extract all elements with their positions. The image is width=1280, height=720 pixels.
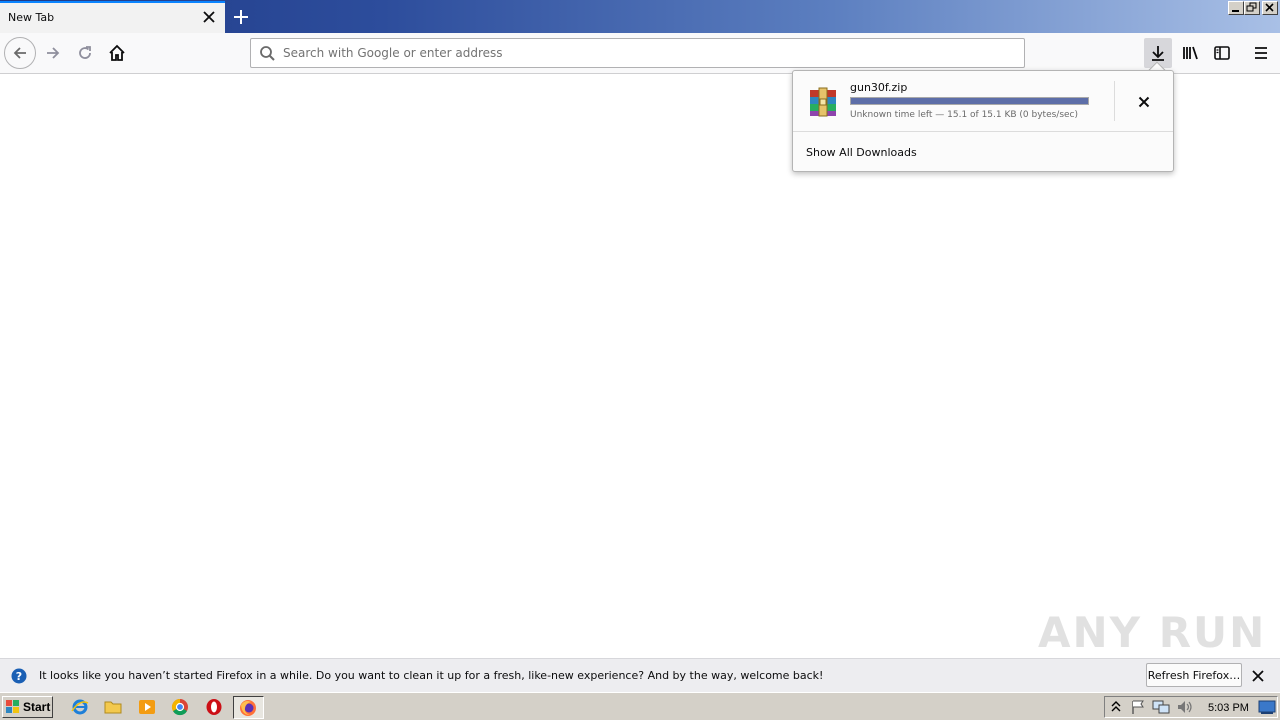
download-filename: gun30f.zip xyxy=(850,81,908,94)
tab-new-tab[interactable]: New Tab xyxy=(0,1,225,33)
refresh-firefox-button[interactable]: Refresh Firefox… xyxy=(1146,663,1242,687)
back-arrow-icon xyxy=(13,47,26,59)
menu-button[interactable] xyxy=(1246,38,1276,68)
minimize-button[interactable] xyxy=(1228,1,1244,15)
anyrun-watermark: ANY RUN xyxy=(1038,608,1267,657)
notification-bar: ? It looks like you haven’t started Fire… xyxy=(0,658,1280,692)
network-icon[interactable] xyxy=(1152,699,1170,715)
restore-icon xyxy=(1246,2,1257,12)
windows-logo-icon xyxy=(6,700,19,713)
reload-button[interactable] xyxy=(70,38,100,68)
close-window-button[interactable] xyxy=(1262,1,1278,15)
library-button[interactable] xyxy=(1176,38,1206,68)
download-progress-fill xyxy=(851,98,1088,104)
svg-text:?: ? xyxy=(16,670,22,683)
minimize-icon xyxy=(1232,10,1239,12)
show-desktop-icon[interactable] xyxy=(1258,699,1276,715)
start-button[interactable]: Start xyxy=(2,696,53,718)
address-bar[interactable] xyxy=(250,38,1025,68)
downloads-panel: gun30f.zip Unknown time left — 15.1 of 1… xyxy=(792,70,1174,172)
download-separator xyxy=(1114,81,1115,121)
question-icon: ? xyxy=(11,668,27,684)
close-window-icon xyxy=(1265,3,1274,12)
taskbar-firefox-active[interactable] xyxy=(233,696,264,719)
internet-explorer-icon[interactable] xyxy=(71,698,89,716)
sidebar-icon xyxy=(1214,46,1230,60)
notification-message: It looks like you haven’t started Firefo… xyxy=(39,669,824,682)
home-icon xyxy=(109,44,125,61)
show-hidden-icons-icon[interactable] xyxy=(1110,700,1122,714)
downloads-panel-footer: Show All Downloads xyxy=(793,131,1173,171)
opera-icon[interactable] xyxy=(205,698,223,716)
library-icon xyxy=(1183,46,1198,60)
tab-title: New Tab xyxy=(8,11,55,24)
restore-button[interactable] xyxy=(1244,1,1260,15)
download-item[interactable]: gun30f.zip Unknown time left — 15.1 of 1… xyxy=(793,71,1173,131)
cancel-download-button[interactable] xyxy=(1133,91,1155,113)
search-icon xyxy=(260,46,275,61)
home-button[interactable] xyxy=(102,38,132,68)
reload-icon xyxy=(79,46,91,59)
folder-icon[interactable] xyxy=(104,698,122,716)
sidebar-button[interactable] xyxy=(1207,38,1237,68)
winrar-archive-icon xyxy=(810,87,836,117)
title-bar: New Tab xyxy=(0,0,1280,33)
close-tab-icon[interactable] xyxy=(201,9,217,25)
hamburger-menu-icon xyxy=(1255,47,1267,59)
url-input[interactable] xyxy=(283,44,1003,62)
download-arrow-icon xyxy=(1152,46,1164,61)
close-notification-icon[interactable] xyxy=(1250,668,1266,684)
taskbar: Start 5:03 PM xyxy=(0,692,1280,720)
start-label: Start xyxy=(23,700,51,714)
show-all-downloads-link[interactable]: Show All Downloads xyxy=(806,146,917,159)
close-icon xyxy=(1138,96,1150,108)
forward-arrow-icon xyxy=(47,47,60,59)
media-player-icon[interactable] xyxy=(138,698,156,716)
firefox-icon xyxy=(240,700,256,716)
forward-button[interactable] xyxy=(38,38,68,68)
volume-icon[interactable] xyxy=(1176,699,1194,715)
action-center-flag-icon[interactable] xyxy=(1130,699,1146,715)
new-tab-plus-icon[interactable] xyxy=(230,6,252,28)
back-button[interactable] xyxy=(4,37,36,69)
download-progress-bar xyxy=(850,97,1089,105)
taskbar-clock: 5:03 PM xyxy=(1208,702,1249,714)
chrome-icon[interactable] xyxy=(171,698,189,716)
download-status: Unknown time left — 15.1 of 15.1 KB (0 b… xyxy=(850,110,1079,120)
nav-toolbar xyxy=(0,33,1280,74)
